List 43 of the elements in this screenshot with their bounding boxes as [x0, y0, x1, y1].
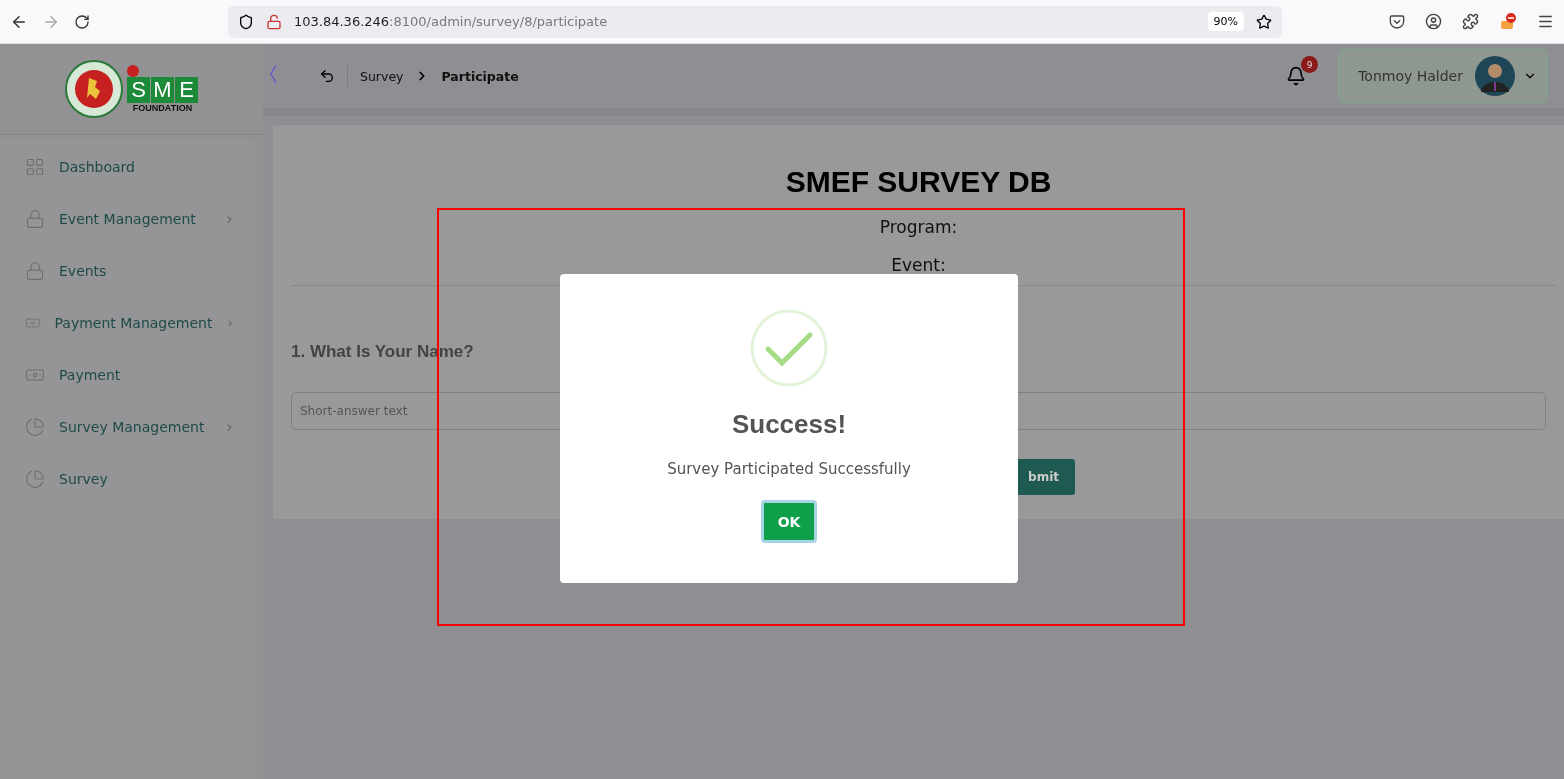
- notification-badge: 9: [1301, 56, 1318, 73]
- user-menu[interactable]: Tonmoy Halder: [1338, 49, 1548, 103]
- survey-meta: Event:: [890, 254, 947, 277]
- checkmark-icon: [750, 309, 828, 387]
- lock-icon: [266, 13, 282, 30]
- sidebar-item[interactable]: Payment Management: [0, 297, 255, 349]
- back-arrow-icon[interactable]: [319, 68, 335, 84]
- lock-icon: [25, 261, 45, 281]
- survey-meta: Program:: [878, 216, 959, 239]
- menu-icon[interactable]: [1537, 13, 1554, 30]
- logo-subtitle: FOUNDATION: [132, 103, 193, 113]
- sidebar-item[interactable]: Dashboard: [0, 141, 255, 193]
- survey-title: SMEF SURVEY DB: [784, 165, 1053, 199]
- chevron-left-icon: [269, 63, 277, 84]
- puzzle-icon[interactable]: [1462, 13, 1479, 30]
- account-icon[interactable]: [1425, 13, 1442, 30]
- ok-button[interactable]: OK: [761, 500, 817, 543]
- logo-letters: S M E: [127, 77, 198, 103]
- address-bar[interactable]: 103.84.36.246:8100/admin/survey/8/participate 90%: [228, 5, 1282, 38]
- grid-icon: [25, 157, 45, 177]
- avatar-icon: [1473, 56, 1517, 96]
- extension-icon[interactable]: [1499, 12, 1517, 31]
- dialog-title: Success!: [731, 409, 847, 440]
- sidebar-item[interactable]: Payment: [0, 349, 255, 401]
- shield-icon: [238, 13, 254, 30]
- pie-chart-icon: [25, 417, 45, 437]
- sidebar-item[interactable]: Event Management: [0, 193, 255, 245]
- dialog-message: Survey Participated Successfully: [667, 460, 911, 478]
- breadcrumb-item[interactable]: Survey: [360, 68, 404, 84]
- sidebar-item[interactable]: Survey: [0, 453, 255, 505]
- breadcrumb-item: Participate: [441, 68, 519, 84]
- sidebar-item[interactable]: Survey Management: [0, 401, 255, 453]
- pie-chart-icon: [25, 469, 45, 489]
- lock-icon: [25, 209, 45, 229]
- sidebar-item[interactable]: Events: [0, 245, 255, 297]
- pocket-icon[interactable]: [1389, 13, 1405, 30]
- reload-button[interactable]: [74, 13, 90, 30]
- logo-dot-icon: [127, 65, 139, 77]
- url-text: 103.84.36.246:8100/admin/survey/8/participate: [294, 14, 609, 29]
- bell-icon[interactable]: [1286, 66, 1306, 86]
- emblem-icon: [65, 60, 123, 118]
- star-icon[interactable]: [1256, 13, 1272, 30]
- zoom-level[interactable]: 90%: [1207, 12, 1244, 31]
